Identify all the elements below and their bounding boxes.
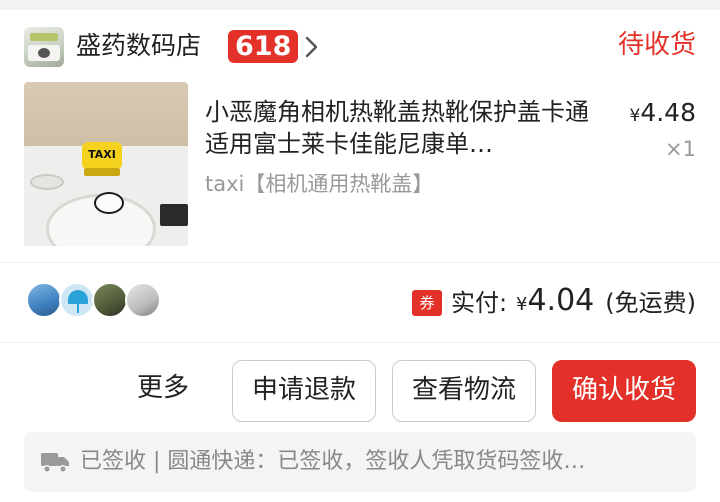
product-row[interactable]: TAXI 小恶魔角相机热靴盖热靴保护盖卡通适用富士莱卡佳能尼康单… taxi【相… bbox=[0, 82, 720, 258]
avatar[interactable] bbox=[92, 282, 128, 318]
truck-icon bbox=[41, 453, 69, 473]
avatar[interactable] bbox=[26, 282, 62, 318]
payment-label: 实付: bbox=[451, 289, 508, 317]
payment-amount: ¥4.04 bbox=[516, 282, 594, 324]
payment-row: 券 实付: ¥4.04 (免运费) bbox=[0, 272, 720, 338]
payment-value: 4.04 bbox=[527, 283, 595, 318]
product-thumbnail[interactable]: TAXI bbox=[24, 82, 188, 246]
product-sku: taxi【相机通用热靴盖】 bbox=[205, 172, 434, 196]
price-value: 4.48 bbox=[640, 98, 696, 127]
more-button[interactable]: 更多 bbox=[118, 366, 208, 410]
chevron-right-icon[interactable] bbox=[300, 34, 322, 60]
confirm-receipt-button[interactable]: 确认收货 bbox=[552, 360, 696, 422]
avatar[interactable] bbox=[125, 282, 161, 318]
order-card: 盛药数码店 618 待收货 TAXI 小恶魔角相机热靴盖热靴保护盖卡通适用富士莱… bbox=[0, 10, 720, 502]
shipping-note: (免运费) bbox=[605, 289, 696, 317]
divider bbox=[0, 342, 720, 343]
logistics-bar[interactable]: 已签收 | 圆通快递：已签收，签收人凭取货码签收… bbox=[24, 432, 696, 492]
product-quantity: ×1 bbox=[665, 137, 696, 161]
shop-logo[interactable] bbox=[24, 27, 64, 67]
refund-button[interactable]: 申请退款 bbox=[232, 360, 376, 422]
taxi-cap-label: TAXI bbox=[82, 142, 122, 168]
shop-header[interactable]: 盛药数码店 618 待收货 bbox=[0, 10, 720, 82]
divider bbox=[0, 262, 720, 263]
coupon-icon: 券 bbox=[412, 290, 442, 316]
product-title[interactable]: 小恶魔角相机热靴盖热靴保护盖卡通适用富士莱卡佳能尼康单… bbox=[205, 96, 605, 160]
payment-currency: ¥ bbox=[516, 294, 528, 315]
avatar[interactable] bbox=[59, 282, 95, 318]
product-price: ¥4.48 bbox=[630, 98, 697, 131]
promo-badge: 618 bbox=[228, 30, 299, 63]
shop-name[interactable]: 盛药数码店 bbox=[76, 29, 201, 63]
view-logistics-button[interactable]: 查看物流 bbox=[392, 360, 536, 422]
price-currency: ¥ bbox=[629, 106, 641, 126]
order-status: 待收货 bbox=[617, 30, 696, 60]
logistics-status-text: 已签收 | 圆通快递：已签收，签收人凭取货码签收… bbox=[80, 449, 586, 474]
